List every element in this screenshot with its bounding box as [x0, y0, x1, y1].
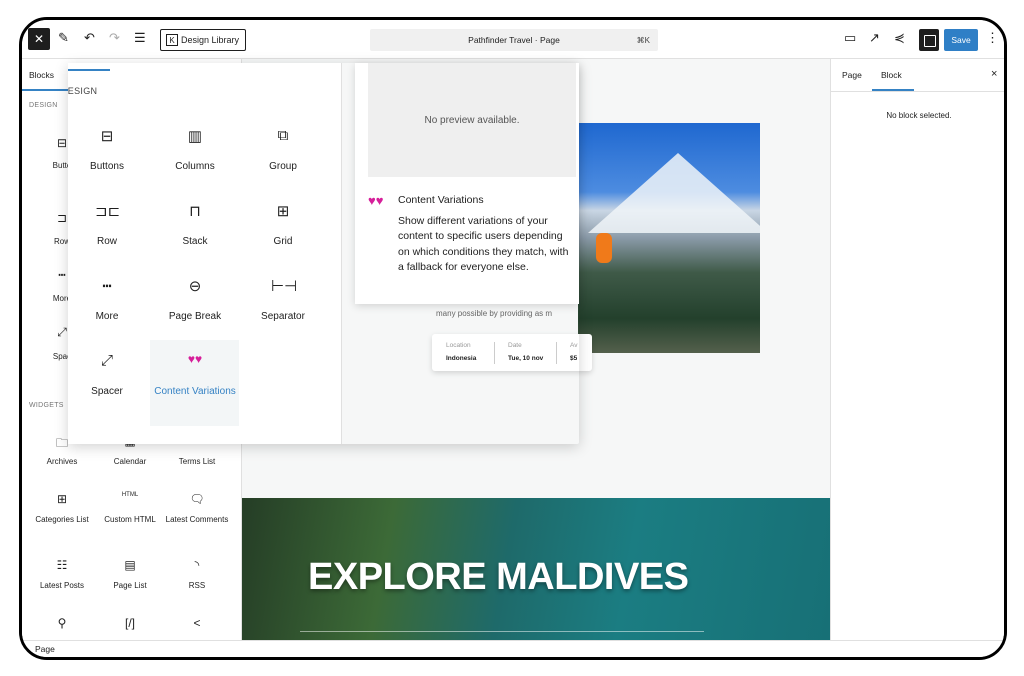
block-label: More — [95, 311, 119, 322]
close-button[interactable]: ✕ — [28, 28, 50, 50]
categories-icon: ⊞ — [56, 492, 68, 506]
widget-block-label[interactable]: Custom HTML — [95, 515, 165, 524]
comment-icon: 🗨 — [189, 492, 205, 506]
list-view-icon[interactable]: ☰ — [134, 30, 146, 46]
block-label: Stack — [182, 236, 208, 247]
widgets-heading: WIDGETS — [29, 402, 64, 409]
shortcode-icon: [/] — [124, 616, 135, 630]
widget-block-label[interactable]: RSS — [162, 581, 232, 590]
block-label: Page Break — [168, 311, 222, 322]
undo-icon[interactable]: ↶ — [84, 30, 95, 46]
block-label: Content Variations — [154, 386, 236, 397]
spacer-icon: ⤢ — [100, 352, 113, 369]
widget-block-label[interactable]: Terms List — [162, 457, 232, 466]
buttons-icon: ⊟ — [100, 128, 114, 145]
search-icon: ⚲ — [57, 616, 67, 630]
more-icon: ┅ — [102, 278, 112, 295]
columns-icon: ▥ — [187, 128, 203, 145]
tab-block[interactable]: Block — [881, 70, 902, 80]
page-list-icon: ▤ — [124, 558, 136, 572]
top-toolbar: ✕ ✎ ↶ ↷ ☰ K Design Library Pathfinder Tra… — [22, 20, 1004, 59]
preview-description: Show different variations of your conten… — [398, 215, 569, 273]
grid-icon: ⊞ — [276, 203, 290, 220]
tab-page[interactable]: Page — [842, 70, 862, 80]
tab-underline — [22, 89, 68, 91]
widget-block-label[interactable]: Latest Comments — [162, 515, 232, 524]
content-variations-icon: ♥♥ — [187, 352, 203, 366]
rss-icon: ◝ — [194, 558, 200, 572]
posts-icon: ☷ — [56, 558, 68, 572]
separator-line — [300, 631, 704, 632]
pencil-icon[interactable]: ✎ — [58, 30, 69, 46]
inserter-heading: DESIGN — [68, 86, 98, 96]
editor-window: ✕ ✎ ↶ ↷ ☰ K Design Library Pathfinder Tra… — [19, 17, 1007, 660]
block-label: Spacer — [91, 386, 123, 397]
plugin-icon[interactable]: ⋞ — [894, 30, 905, 46]
tab-blocks[interactable]: Blocks — [29, 70, 54, 80]
settings-sidebar: Page Block × No block selected. — [830, 59, 1004, 643]
hero-title[interactable]: EXPLORE MALDIVES — [308, 556, 689, 599]
design-heading: DESIGN — [29, 102, 58, 109]
hero-mountain-image[interactable] — [578, 123, 760, 353]
settings-sidebar-toggle[interactable] — [919, 29, 939, 51]
stack-icon: ⊓ — [189, 203, 201, 220]
block-label: Grid — [273, 236, 293, 247]
html-icon: HTML — [121, 492, 139, 498]
options-kebab-icon[interactable]: ⋮ — [986, 30, 999, 46]
widget-block-label[interactable]: Archives — [27, 457, 97, 466]
status-bar: Page — [22, 640, 1004, 657]
preview-title: Content Variations — [398, 194, 484, 206]
widget-block-label[interactable]: Page List — [95, 581, 165, 590]
save-button[interactable]: Save — [944, 29, 978, 51]
shortcut-hint: ⌘K — [636, 35, 650, 45]
divider — [831, 91, 1004, 92]
block-label: Buttons — [90, 161, 124, 172]
design-library-button[interactable]: K Design Library — [160, 29, 246, 51]
mountain-peak — [588, 153, 760, 233]
widget-block-label[interactable]: Calendar — [95, 457, 165, 466]
command-palette[interactable]: Pathfinder Travel · Page ⌘K — [370, 29, 658, 51]
preview-desktop-icon[interactable]: ▭ — [844, 30, 856, 46]
widget-block-label[interactable]: Latest Posts — [27, 581, 97, 590]
group-icon: ⧉ — [277, 127, 289, 144]
block-inserter-popover: DESIGN ⊟ Buttons ▥ Columns ⧉ Group ⊐⊏ Row ⊓ Stack… — [68, 63, 579, 444]
inserter-panel: DESIGN ⊟ Buttons ▥ Columns ⧉ Group ⊐⊏ Row ⊓ Stack… — [68, 63, 342, 444]
design-library-logo-icon: K — [166, 34, 178, 46]
share-icon: < — [193, 616, 201, 630]
redo-icon[interactable]: ↷ — [109, 30, 120, 46]
block-preview-card: No preview available. ♥♥ Content Variati… — [355, 63, 579, 304]
design-library-label: Design Library — [181, 35, 240, 45]
content-variations-logo-icon: ♥♥ — [368, 193, 384, 208]
document-title: Pathfinder Travel · Page — [468, 35, 560, 45]
breadcrumb-page[interactable]: Page — [35, 644, 55, 654]
block-label: Separator — [261, 311, 305, 322]
row-icon: ⊐⊏ — [95, 203, 121, 220]
page-break-icon: ⊖ — [188, 278, 202, 295]
hiker — [596, 233, 612, 263]
block-label: Group — [269, 161, 297, 172]
inserter-tab-indicator — [68, 69, 110, 71]
no-preview-box: No preview available. — [368, 63, 576, 177]
block-label: Columns — [175, 161, 215, 172]
maldives-cover-block[interactable]: EXPLORE MALDIVES — [242, 498, 830, 643]
no-block-selected-text: No block selected. — [886, 111, 952, 120]
block-label: Row — [96, 236, 117, 247]
widget-block-label[interactable]: Categories List — [27, 515, 97, 524]
close-sidebar-icon[interactable]: × — [991, 68, 997, 80]
external-link-icon[interactable]: ↗ — [869, 30, 880, 46]
separator-icon: ⊢⊣ — [271, 278, 298, 295]
